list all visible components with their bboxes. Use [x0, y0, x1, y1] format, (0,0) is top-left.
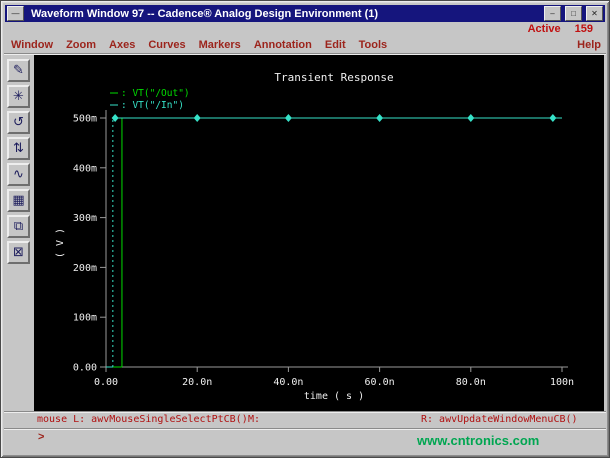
window-menu-icon: —: [11, 8, 20, 18]
x-axis-label: time ( s ): [304, 391, 364, 402]
menu-item-curves[interactable]: Curves: [148, 39, 185, 51]
x-tick-label: 0.00: [94, 377, 118, 388]
copy-icon: ⧉: [13, 219, 24, 234]
y-tick-label: 500m: [73, 114, 97, 125]
y-axis-label: ( V ): [55, 228, 66, 258]
x-tick-label: 80.0n: [456, 377, 486, 388]
menu-item-annotation[interactable]: Annotation: [254, 39, 312, 51]
menu-item-edit[interactable]: Edit: [325, 39, 346, 51]
window-menu-button[interactable]: —: [7, 6, 24, 21]
waveform-icon: ∿: [13, 167, 24, 182]
tool-zoom-fit-button[interactable]: ✳: [7, 85, 30, 108]
loop-arrow-icon: ↺: [13, 115, 24, 130]
trace-marker-diamond: [467, 114, 475, 122]
prompt: >: [38, 431, 45, 443]
left-toolbar: ✎ ✳ ↺ ⇅ ∿ ▦ ⧉ ⊠: [7, 59, 32, 264]
calculator-icon: ▦: [12, 193, 25, 208]
close-icon: ✕: [591, 8, 598, 18]
pen-icon: ✎: [13, 63, 24, 78]
trace-marker-diamond: [193, 114, 201, 122]
asterisk-icon: ✳: [13, 89, 24, 104]
plot-title: Transient Response: [274, 71, 393, 84]
menu-bar: Window Zoom Axes Curves Markers Annotation Edi…: [11, 37, 601, 53]
minimize-icon: –: [550, 8, 555, 18]
trace-marker-diamond: [549, 114, 557, 122]
status-bar: mouse L: awvMouseSingleSelectPtCB() M: R…: [5, 414, 605, 427]
y-tick-label: 0.00: [73, 363, 97, 374]
x-tick-label: 20.0n: [182, 377, 212, 388]
menu-item-tools[interactable]: Tools: [359, 39, 388, 51]
plot-area[interactable]: 0.00 20.0n 40.0n 60.0n 80.0n 100n 0.00 100m 200m…: [34, 55, 604, 411]
tool-strip-chart-button[interactable]: ⇅: [7, 137, 30, 160]
tool-delete-button[interactable]: ⊠: [7, 241, 30, 264]
mouse-left-binding: mouse L: awvMouseSingleSelectPtCB(): [37, 414, 248, 425]
trace-marker-diamond: [284, 114, 292, 122]
title-bar[interactable]: — Waveform Window 97 -- Cadence® Analog …: [5, 5, 605, 22]
tool-redraw-button[interactable]: ↺: [7, 111, 30, 134]
active-status: Active 159: [528, 23, 593, 35]
box-x-icon: ⊠: [13, 245, 24, 260]
y-tick-label: 200m: [73, 263, 97, 274]
tool-probe-button[interactable]: ✎: [7, 59, 30, 82]
tool-calculator-button[interactable]: ▦: [7, 189, 30, 212]
menu-item-axes[interactable]: Axes: [109, 39, 135, 51]
window-title: Waveform Window 97 -- Cadence® Analog De…: [31, 7, 379, 20]
status-prompt-separator: [4, 428, 606, 430]
active-value: 159: [574, 23, 593, 35]
menu-item-zoom[interactable]: Zoom: [66, 39, 96, 51]
y-tick-label: 400m: [73, 163, 97, 174]
menu-items: Window Zoom Axes Curves Markers Annotation Edi…: [11, 39, 387, 51]
y-tick-label: 100m: [73, 313, 97, 324]
close-button[interactable]: ✕: [586, 6, 603, 21]
legend-label-1: : VT("/In"): [121, 100, 184, 111]
active-label: Active: [527, 23, 561, 35]
menu-item-markers[interactable]: Markers: [199, 39, 241, 51]
watermark: www.cntronics.com: [417, 433, 540, 448]
x-tick-label: 60.0n: [365, 377, 395, 388]
waveform-window: — Waveform Window 97 -- Cadence® Analog …: [0, 0, 610, 458]
legend-label-0: : VT("/Out"): [121, 88, 190, 99]
arrows-up-down-icon: ⇅: [13, 141, 24, 156]
menu-item-window[interactable]: Window: [11, 39, 53, 51]
plot-status-separator: [4, 411, 606, 413]
trace-marker-diamond: [376, 114, 384, 122]
y-tick-label: 300m: [73, 213, 97, 224]
tool-subwindow-button[interactable]: ∿: [7, 163, 30, 186]
maximize-button[interactable]: □: [565, 6, 582, 21]
minimize-button[interactable]: –: [544, 6, 561, 21]
mouse-middle-binding: M:: [248, 414, 261, 425]
maximize-icon: □: [571, 8, 576, 18]
tool-copy-window-button[interactable]: ⧉: [7, 215, 30, 238]
x-tick-label: 100n: [550, 377, 574, 388]
waveform-plot-canvas[interactable]: 0.00 20.0n 40.0n 60.0n 80.0n 100n 0.00 100m 200m…: [34, 55, 604, 411]
x-tick-label: 40.0n: [273, 377, 303, 388]
menu-item-help[interactable]: Help: [577, 39, 601, 51]
mouse-right-binding: R: awvUpdateWindowMenuCB(): [421, 414, 578, 425]
